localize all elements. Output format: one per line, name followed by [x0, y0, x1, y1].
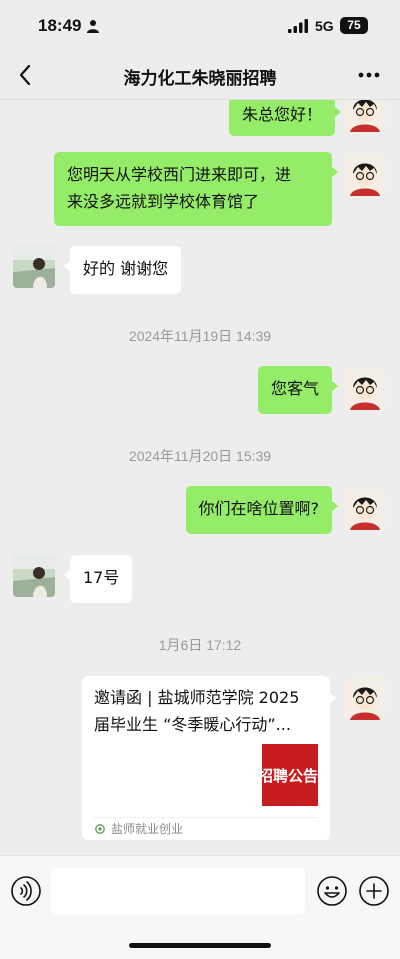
- message-text: 你们在啥位置啊?: [198, 499, 320, 518]
- message-text: 您客气: [270, 379, 319, 398]
- avatar[interactable]: [344, 488, 386, 530]
- link-card-thumbnail-text: 招聘公告: [262, 767, 318, 785]
- message-bubble[interactable]: 17号: [63, 555, 133, 603]
- link-card-title-line: 届毕业生 “冬季暖心行动”...: [94, 715, 291, 734]
- message-bubble[interactable]: 您客气: [257, 366, 339, 414]
- message-bubble[interactable]: 你们在啥位置啊?: [185, 486, 338, 534]
- avatar[interactable]: [344, 154, 386, 196]
- timestamp: 2024年11月20日 15:39: [128, 448, 272, 464]
- plus-icon: [359, 876, 389, 906]
- chat-header: 海力化工朱晓丽招聘: [0, 50, 400, 100]
- cartoon-avatar-icon: [344, 488, 386, 530]
- emoji-button[interactable]: [316, 875, 348, 907]
- battery-icon: 75: [340, 17, 368, 34]
- avatar[interactable]: [344, 368, 386, 410]
- photo-avatar-icon: [13, 555, 55, 597]
- mini-program-icon: [95, 824, 105, 834]
- voice-icon: [11, 876, 41, 906]
- status-time: 18:49: [38, 16, 82, 35]
- link-card-source: 盐师就业创业: [111, 822, 184, 836]
- message-item: 朱总您好！: [0, 100, 400, 136]
- emoji-icon: [317, 876, 347, 906]
- link-card-divider: [94, 817, 318, 818]
- link-card-title-line: 邀请函 | 盐城师范学院 2025: [94, 688, 300, 707]
- home-indicator[interactable]: [129, 943, 271, 948]
- more-button[interactable]: [356, 62, 382, 88]
- avatar[interactable]: [13, 555, 55, 597]
- message-item: 您客气: [0, 366, 400, 414]
- person-icon: [87, 20, 99, 33]
- message-item: 17号: [0, 555, 400, 603]
- chevron-left-icon: [19, 65, 31, 85]
- message-text: 17号: [83, 568, 120, 587]
- timestamp: 2024年11月19日 14:39: [128, 328, 272, 344]
- timestamp: 1月6日 17:12: [158, 637, 242, 653]
- message-bubble[interactable]: 朱总您好！: [228, 100, 342, 136]
- message-item: 好的 谢谢您: [0, 246, 400, 294]
- link-card-title: 邀请函 | 盐城师范学院 2025 届毕业生 “冬季暖心行动”...: [94, 684, 320, 738]
- avatar[interactable]: [344, 100, 386, 132]
- status-bar: 18:49 5G 75: [0, 0, 400, 50]
- photo-avatar-icon: [13, 246, 55, 288]
- voice-button[interactable]: [10, 875, 42, 907]
- back-button[interactable]: [12, 62, 38, 88]
- network-label: 5G: [315, 18, 334, 34]
- link-card[interactable]: 邀请函 | 盐城师范学院 2025 届毕业生 “冬季暖心行动”... 招聘公告 …: [82, 676, 336, 840]
- avatar[interactable]: [13, 246, 55, 288]
- message-bubble[interactable]: 好的 谢谢您: [63, 246, 182, 294]
- input-bar: [0, 855, 400, 959]
- message-item: 你们在啥位置啊?: [0, 486, 400, 534]
- link-card-thumbnail: 招聘公告: [262, 744, 318, 806]
- message-text-line: 来没多远就到学校体育馆了: [67, 192, 260, 211]
- cartoon-avatar-icon: [344, 100, 386, 132]
- signal-icon: [288, 19, 308, 33]
- chat-title: 海力化工朱晓丽招聘: [123, 69, 277, 89]
- message-list[interactable]: 朱总您好！ 您明天从学校西门进来即可，进 来没多远就到学校体育馆了 好的 谢谢您…: [0, 100, 400, 855]
- plus-button[interactable]: [358, 875, 390, 907]
- cartoon-avatar-icon: [344, 368, 386, 410]
- avatar[interactable]: [344, 678, 386, 720]
- message-text: 好的 谢谢您: [83, 259, 169, 278]
- message-text-line: 您明天从学校西门进来即可，进: [67, 165, 292, 184]
- cartoon-avatar-icon: [344, 678, 386, 720]
- more-dots-icon: [358, 72, 380, 78]
- message-item: 您明天从学校西门进来即可，进 来没多远就到学校体育馆了: [0, 152, 400, 226]
- message-text: 朱总您好！: [241, 105, 322, 124]
- message-input[interactable]: [51, 868, 305, 914]
- cartoon-avatar-icon: [344, 154, 386, 196]
- message-bubble[interactable]: 您明天从学校西门进来即可，进 来没多远就到学校体育馆了: [54, 152, 338, 226]
- message-item: 邀请函 | 盐城师范学院 2025 届毕业生 “冬季暖心行动”... 招聘公告 …: [0, 676, 400, 840]
